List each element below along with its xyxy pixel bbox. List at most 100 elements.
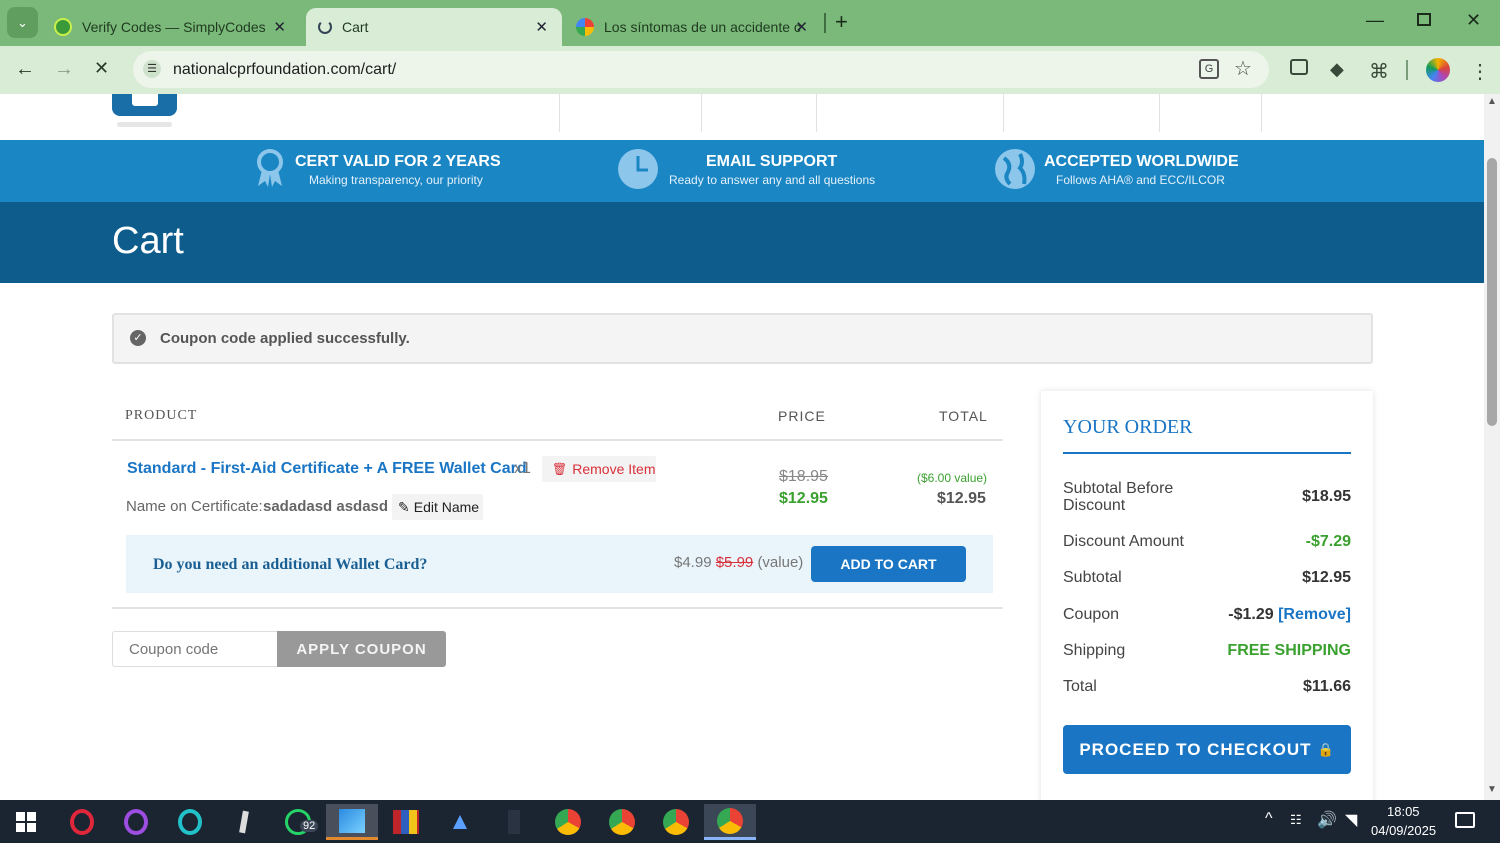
show-hidden-icons-icon[interactable]: ^ xyxy=(1265,810,1273,828)
shield-extension-icon[interactable]: ◆ xyxy=(1330,59,1344,80)
coupon-discount-value: -$1.29 xyxy=(1228,606,1274,623)
order-summary-title: YOUR ORDER xyxy=(1063,416,1193,438)
feature-bar: CERT VALID FOR 2 YEARS Making transparen… xyxy=(0,140,1484,202)
order-title-divider xyxy=(1063,452,1351,454)
bookmark-star-icon[interactable]: ☆ xyxy=(1234,56,1252,81)
add-to-cart-button[interactable]: ADD TO CART xyxy=(811,546,966,582)
opera-gx-icon[interactable] xyxy=(110,804,162,840)
chrome-profile-icon[interactable] xyxy=(596,804,648,840)
checkout-label: PROCEED TO CHECKOUT xyxy=(1079,739,1312,759)
back-icon[interactable]: ← xyxy=(15,58,35,81)
translate-icon[interactable]: G xyxy=(1199,59,1219,79)
name-on-certificate-value: sadadasd asdasd xyxy=(263,498,389,515)
menu-kebab-icon[interactable]: ⋮ xyxy=(1470,59,1490,84)
product-name-link[interactable]: Standard - First-Aid Certificate + A FRE… xyxy=(127,460,527,478)
name-on-certificate-label: Name on Certificate: xyxy=(126,498,263,515)
stop-loading-icon[interactable]: ✕ xyxy=(94,58,109,79)
feature-title: CERT VALID FOR 2 YEARS xyxy=(295,153,501,170)
tab-sintomas[interactable]: Los síntomas de un accidente c ✕ xyxy=(566,8,822,46)
feature-subtitle: Ready to answer any and all questions xyxy=(669,173,876,187)
table-header-divider xyxy=(112,439,1003,441)
column-header-price: PRICE xyxy=(778,408,826,424)
feature-subtitle: Follows AHA® and ECC/ILCOR xyxy=(1056,173,1225,187)
restore-icon[interactable] xyxy=(1417,13,1431,26)
extensions-puzzle-icon[interactable]: ⌘ xyxy=(1369,59,1389,84)
url-text[interactable]: nationalcprfoundation.com/cart/ xyxy=(173,61,396,79)
coupon-code-input[interactable] xyxy=(112,631,278,667)
network-status-icon[interactable]: ☷ xyxy=(1290,812,1302,828)
new-tab-icon[interactable]: + xyxy=(835,9,848,35)
toolbar-separator xyxy=(1406,60,1408,80)
taskbar: 92 ▲ ^ ☷ 🔊 ◥ 18:05 04/09/2025 xyxy=(0,800,1500,843)
arduino-like-app-icon[interactable]: ▲ xyxy=(434,804,486,840)
scroll-down-icon[interactable]: ▼ xyxy=(1487,784,1497,795)
clock-icon xyxy=(617,148,659,190)
apply-coupon-button[interactable]: APPLY COUPON xyxy=(277,631,446,667)
site-info-icon[interactable]: ☰ xyxy=(143,60,161,78)
page-scrollbar[interactable]: ▲ ▼ xyxy=(1484,94,1500,800)
clock-time[interactable]: 18:05 xyxy=(1387,804,1420,819)
summary-label: Discount Amount xyxy=(1063,533,1184,550)
forward-icon[interactable]: → xyxy=(54,58,74,81)
tab-verify-codes[interactable]: Verify Codes — SimplyCodes ✕ xyxy=(44,8,300,46)
summary-value: $11.66 xyxy=(1302,678,1351,695)
notifications-icon[interactable] xyxy=(1455,812,1475,828)
nav-divider xyxy=(816,94,817,132)
edit-name-button[interactable]: ✎ Edit Name xyxy=(392,494,483,520)
upsell-price-old: $5.99 xyxy=(715,554,754,571)
nav-divider xyxy=(1261,94,1262,132)
tab-search-button[interactable]: ⌄ xyxy=(7,7,38,38)
nav-divider xyxy=(1159,94,1160,132)
remove-coupon-link[interactable]: [Remove] xyxy=(1278,606,1351,623)
price-discounted: $12.95 xyxy=(779,490,828,507)
scrollbar-thumb[interactable] xyxy=(1487,158,1497,426)
success-notice: ✓ Coupon code applied successfully. xyxy=(112,313,1373,364)
remove-item-label: Remove Item xyxy=(572,461,656,477)
remove-item-button[interactable]: 🗑 Remove Item xyxy=(542,456,656,482)
site-logo[interactable] xyxy=(112,94,177,116)
upsell-price: $4.99 $5.99 (value) xyxy=(674,554,803,571)
chevron-down-icon: ⌄ xyxy=(17,14,28,30)
pen-app-icon[interactable] xyxy=(218,804,270,840)
tab-cart[interactable]: Cart ✕ xyxy=(306,8,562,46)
close-icon[interactable]: ✕ xyxy=(535,18,548,36)
check-circle-icon: ✓ xyxy=(130,330,146,346)
notice-text: Coupon code applied successfully. xyxy=(160,330,410,347)
chrome-active-icon[interactable] xyxy=(704,804,756,840)
winrar-icon[interactable] xyxy=(380,804,432,840)
upsell-question: Do you need an additional Wallet Card? xyxy=(153,556,428,573)
tab-title: Verify Codes — SimplyCodes xyxy=(82,19,266,35)
whatsapp-icon[interactable]: 92 xyxy=(272,804,324,840)
profile-avatar-icon[interactable] xyxy=(1426,58,1450,82)
nav-divider xyxy=(701,94,702,132)
photos-app-icon[interactable] xyxy=(326,804,378,840)
opera-icon[interactable] xyxy=(56,804,108,840)
wifi-icon[interactable]: ◥ xyxy=(1345,810,1357,830)
scroll-up-icon[interactable]: ▲ xyxy=(1487,96,1497,107)
upsell-value-label: (value) xyxy=(757,554,804,571)
tab-title: Cart xyxy=(342,19,369,35)
chrome-profile-icon[interactable] xyxy=(650,804,702,840)
feature-subtitle: Making transparency, our priority xyxy=(309,173,483,187)
chrome-profile-icon[interactable] xyxy=(542,804,594,840)
notification-badge: 92 xyxy=(300,820,319,832)
clock-date[interactable]: 04/09/2025 xyxy=(1371,823,1436,838)
address-bar[interactable]: ☰ nationalcprfoundation.com/cart/ G ☆ xyxy=(133,51,1269,88)
volume-icon[interactable]: 🔊 xyxy=(1317,810,1337,830)
upsell-price-new: $4.99 xyxy=(674,554,712,571)
simplycodes-favicon-icon xyxy=(54,18,72,36)
close-icon[interactable]: ✕ xyxy=(273,18,286,36)
cart-table-divider xyxy=(112,607,1003,609)
minimize-icon[interactable]: — xyxy=(1366,10,1384,31)
tab-groups-icon[interactable] xyxy=(1290,59,1308,75)
column-header-total: TOTAL xyxy=(939,408,988,424)
close-icon[interactable]: ✕ xyxy=(795,18,808,36)
lock-icon: 🔒 xyxy=(1317,741,1335,757)
nav-divider xyxy=(559,94,560,132)
proceed-to-checkout-button[interactable]: PROCEED TO CHECKOUT 🔒 xyxy=(1063,725,1351,774)
opera-air-icon[interactable] xyxy=(164,804,216,840)
page-banner: Cart xyxy=(0,202,1484,283)
windows-start-icon[interactable] xyxy=(0,804,52,840)
hidden-app-icon[interactable] xyxy=(488,804,540,840)
window-close-icon[interactable]: ✕ xyxy=(1466,10,1481,31)
